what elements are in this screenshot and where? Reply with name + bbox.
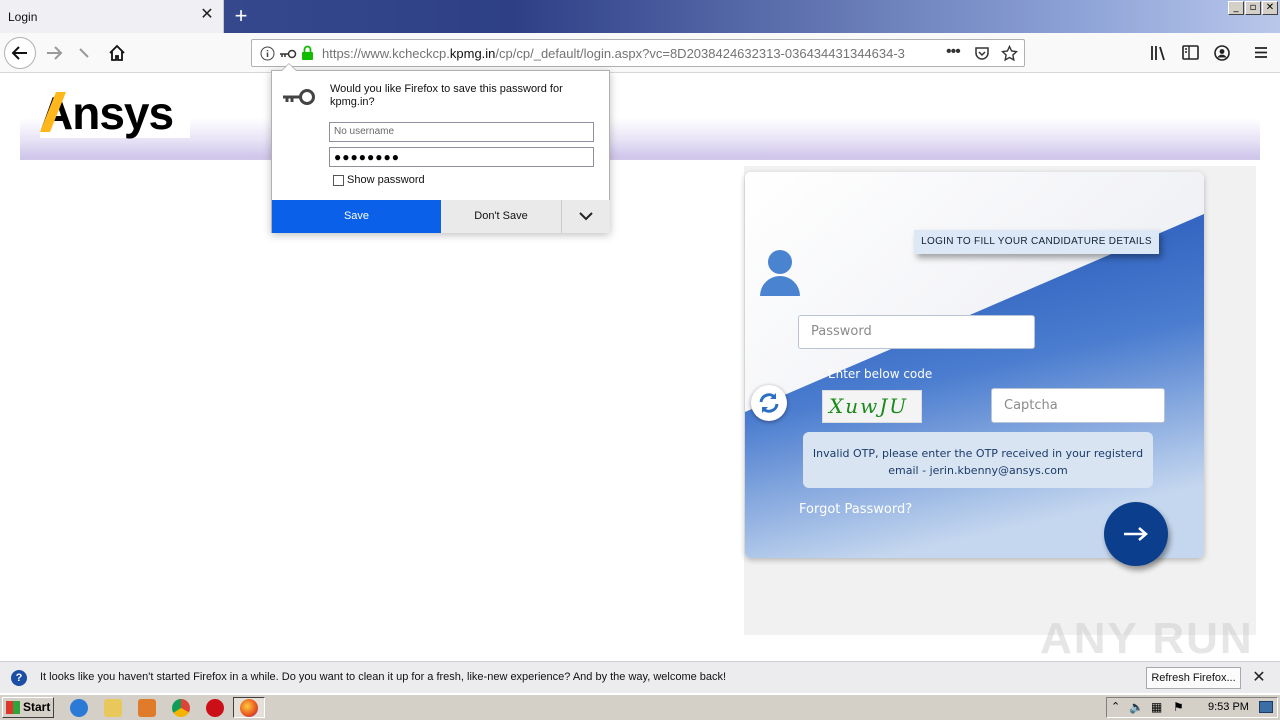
tab-title: Login [8,10,38,24]
dont-save-button[interactable]: Don't Save [441,200,562,233]
home-button[interactable] [101,37,133,69]
tray-expand-icon[interactable]: ⌃ [1111,700,1120,713]
title-bar: Login ✕ + _ ▫ ✕ [0,0,1280,33]
forgot-password-link[interactable]: Forgot Password? [799,502,912,517]
notification-bar: ? It looks like you haven't started Fire… [0,661,1280,693]
popup-password-field[interactable]: ●●●●●●●● [329,147,594,167]
chevron-down-icon [579,212,593,221]
arrow-left-icon [11,46,27,60]
library-icon[interactable] [1150,45,1168,61]
captcha-image: XuwJU [822,390,922,423]
show-password-checkbox[interactable]: Show password [333,174,425,186]
network-icon[interactable]: ▦ [1151,700,1162,714]
flag-icon[interactable]: ⚑ [1173,700,1184,714]
chrome-icon[interactable] [172,699,190,717]
header-band [20,118,1260,160]
refresh-captcha-button[interactable] [751,385,787,421]
refresh-firefox-button[interactable]: Refresh Firefox... [1146,667,1241,689]
taskbar: Start ⌃ 🔈 ▦ ⚑ 9:53 PM [0,694,1280,720]
more-options-button[interactable] [562,200,610,233]
key-icon[interactable] [279,48,297,60]
stop-icon [79,48,89,58]
info-icon: ? [11,670,27,686]
media-player-icon[interactable] [138,699,156,717]
lock-icon[interactable] [301,45,314,61]
pocket-icon[interactable] [974,46,990,62]
key-icon [283,89,315,105]
folder-icon[interactable] [104,699,122,717]
start-button[interactable]: Start [2,697,54,718]
close-window-button[interactable]: ✕ [1262,1,1278,15]
notification-close-icon[interactable]: ✕ [1250,669,1268,687]
page-actions-icon[interactable]: ••• [946,43,961,61]
password-input[interactable]: Password [798,315,1035,349]
login-submit-button[interactable] [1104,502,1168,566]
window-controls: _ ▫ ✕ [1228,1,1278,15]
nav-bar: https://www.kcheckcp.kpmg.in/cp/cp/_defa… [0,33,1280,73]
windows-flag-icon [6,701,20,714]
clock: 9:53 PM [1208,701,1249,713]
opera-icon[interactable] [206,699,224,717]
ansys-logo: Ansys [40,88,190,138]
account-icon[interactable] [1214,45,1230,61]
home-icon [109,44,125,61]
tab-login[interactable]: Login ✕ [0,0,224,33]
login-card: Login to fill your candidature details P… [745,172,1204,558]
maximize-button[interactable]: ▫ [1245,1,1261,15]
url-bar[interactable]: https://www.kcheckcp.kpmg.in/cp/cp/_defa… [251,39,1025,67]
volume-icon[interactable]: 🔈 [1129,700,1144,714]
firefox-taskbar-item[interactable] [233,697,265,718]
popup-message: Would you like Firefox to save this pass… [330,83,563,108]
bookmark-star-icon[interactable] [1001,45,1018,62]
show-password-label: Show password [347,174,425,186]
show-desktop-icon[interactable] [1259,701,1273,713]
checkbox-box[interactable] [333,174,344,186]
back-button[interactable] [4,37,36,69]
sidebar-icon[interactable] [1182,45,1199,60]
user-icon [760,250,800,296]
tab-close-icon[interactable]: ✕ [198,6,216,24]
watermark: ANY RUN [1040,614,1254,663]
enter-code-label: Enter below code [828,367,933,381]
popup-arrow-inner [282,64,296,71]
refresh-icon [759,393,779,413]
popup-username-field[interactable]: No username [329,122,594,142]
web-page: Ansys Login to fill your candidature det… [0,74,1280,663]
forward-button[interactable] [38,37,70,69]
logo-accent-icon [40,92,66,132]
ie-icon[interactable] [70,699,88,717]
info-icon[interactable] [260,46,275,61]
arrow-right-icon [1124,527,1148,541]
new-tab-button[interactable]: + [229,3,253,29]
minimize-button[interactable]: _ [1228,1,1244,15]
save-button[interactable]: Save [272,200,441,233]
notification-text: It looks like you haven't started Firefo… [40,671,727,683]
captcha-input[interactable]: Captcha [991,388,1165,423]
arrow-right-icon [47,46,63,60]
login-banner: Login to fill your candidature details [914,230,1159,254]
menu-icon[interactable] [1254,46,1268,59]
firefox-icon [240,699,258,717]
url-text[interactable]: https://www.kcheckcp.kpmg.in/cp/cp/_defa… [322,46,922,61]
system-tray: ⌃ 🔈 ▦ ⚑ [1106,697,1278,718]
save-password-popup: Would you like Firefox to save this pass… [271,70,610,233]
stop-button[interactable] [68,37,100,69]
error-message: Invalid OTP, please enter the OTP receiv… [803,432,1153,488]
